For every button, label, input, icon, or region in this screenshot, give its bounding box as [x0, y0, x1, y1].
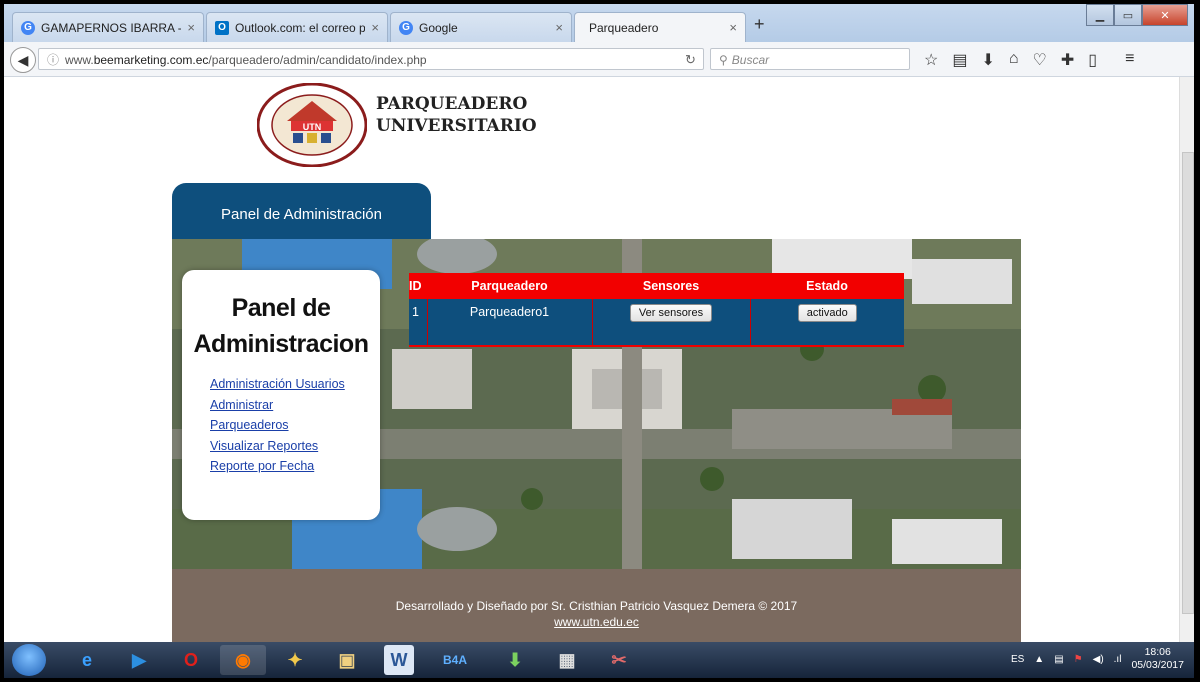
system-tray: ES ▲ ▤ ⚑ ◀) .ıl 18:06 05/03/2017 — [1011, 646, 1184, 672]
close-tab-icon[interactable]: × — [555, 20, 563, 35]
link-visualizar-reportes[interactable]: Visualizar Reportes — [210, 436, 345, 457]
home-icon[interactable]: ⌂ — [1009, 50, 1019, 70]
file-explorer-icon[interactable]: ▣ — [324, 645, 370, 675]
reload-icon[interactable]: ↻ — [685, 52, 696, 68]
tab-bar: G GAMAPERNOS IBARRA - B... × O Outlook.c… — [4, 4, 1194, 42]
download-icon[interactable]: ⬇ — [981, 50, 994, 70]
clock[interactable]: 18:06 05/03/2017 — [1131, 646, 1184, 672]
admin-sidebar: Panel de Administracion Administración U… — [182, 270, 380, 520]
cell-id: 1 — [409, 299, 428, 347]
phone-icon[interactable]: ▯ — [1088, 50, 1097, 70]
link-reporte-fecha[interactable]: Reporte por Fecha — [210, 456, 345, 477]
col-parqueadero: Parqueadero — [427, 273, 592, 299]
pinwheel-icon[interactable]: ✦ — [272, 645, 318, 675]
page-content: UTN PARQUEADERO UNIVERSITARIO Panel de A… — [4, 77, 1180, 642]
close-tab-icon[interactable]: × — [371, 20, 379, 35]
extension-icon[interactable]: ✚ — [1061, 50, 1074, 70]
page-footer: Desarrollado y Diseñado por Sr. Cristhia… — [172, 569, 1021, 642]
pocket-icon[interactable]: ♡ — [1033, 50, 1047, 70]
tab-google[interactable]: G Google × — [390, 12, 572, 42]
col-id: ID — [409, 273, 427, 299]
google-icon: G — [399, 20, 413, 35]
toolbar-icons: ☆ ▤ ⬇ ⌂ ♡ ✚ ▯ ≡ — [924, 50, 1134, 70]
minimize-button[interactable]: ▁ — [1086, 4, 1114, 26]
link-administrar[interactable]: Administrar — [210, 395, 345, 416]
internet-explorer-icon[interactable]: e — [64, 645, 110, 675]
tab-gamapernos[interactable]: G GAMAPERNOS IBARRA - B... × — [12, 12, 204, 42]
network-icon[interactable]: ▤ — [1054, 654, 1063, 665]
opera-icon[interactable]: O — [168, 645, 214, 675]
nav-bar: ◀ ⓘ www.beemarketing.com.ec/parqueadero/a… — [4, 42, 1194, 77]
panel-tab[interactable]: Panel de Administración — [172, 183, 431, 245]
back-button[interactable]: ◀ — [10, 47, 36, 73]
arrow-left-icon: ◀ — [17, 51, 29, 68]
downloader-icon[interactable]: ⬇ — [492, 645, 538, 675]
b4a-icon[interactable]: B4A — [432, 645, 478, 675]
browser-window: G GAMAPERNOS IBARRA - B... × O Outlook.c… — [4, 4, 1194, 678]
chevron-up-icon[interactable]: ▲ — [1034, 654, 1044, 665]
window-app-icon[interactable]: ▦ — [544, 645, 590, 675]
windows-taskbar: e ▶ O ◉ ✦ ▣ W B4A ⬇ ▦ ✂ ES ▲ ▤ ⚑ ◀) .ıl … — [4, 642, 1194, 678]
firefox-icon[interactable]: ◉ — [220, 645, 266, 675]
tab-outlook[interactable]: O Outlook.com: el correo per... × — [206, 12, 388, 42]
volume-icon[interactable]: ◀) — [1093, 654, 1104, 665]
search-input[interactable]: ⚲ Buscar — [710, 48, 910, 70]
vertical-scrollbar[interactable] — [1179, 77, 1194, 642]
bookmarks-list-icon[interactable]: ▤ — [952, 50, 967, 70]
footer-link[interactable]: www.utn.edu.ec — [172, 615, 1021, 629]
cell-sensors: Ver sensores — [592, 299, 751, 347]
start-button[interactable] — [12, 644, 46, 676]
site-title: PARQUEADERO UNIVERSITARIO — [376, 94, 537, 136]
maximize-button[interactable]: ▭ — [1114, 4, 1142, 26]
col-sensores: Sensores — [592, 273, 750, 299]
word-icon[interactable]: W — [384, 645, 414, 675]
flag-icon[interactable]: ⚑ — [1074, 654, 1083, 665]
close-window-button[interactable]: ✕ — [1142, 4, 1188, 26]
window-controls: ▁ ▭ ✕ — [1086, 4, 1188, 26]
ver-sensores-button[interactable]: Ver sensores — [629, 304, 713, 322]
table-header-row: ID Parqueadero Sensores Estado — [409, 273, 904, 299]
info-icon: ⓘ — [47, 53, 60, 67]
address-bar[interactable]: ⓘ www.beemarketing.com.ec/parqueadero/adm… — [38, 48, 704, 70]
parking-table: ID Parqueadero Sensores Estado 1 Parquea… — [409, 273, 904, 347]
scrollbar-thumb[interactable] — [1182, 152, 1194, 614]
table-row: 1 Parqueadero1 Ver sensores activado — [409, 299, 904, 347]
search-icon: ⚲ — [719, 53, 728, 67]
google-icon: G — [21, 20, 35, 35]
close-tab-icon[interactable]: × — [729, 20, 737, 35]
snipping-tool-icon[interactable]: ✂ — [596, 645, 642, 675]
svg-text:UTN: UTN — [303, 122, 322, 132]
cell-status: activado — [750, 299, 904, 347]
menu-icon[interactable]: ≡ — [1125, 50, 1134, 70]
tab-parqueadero[interactable]: Parqueadero × — [574, 12, 746, 42]
col-estado: Estado — [750, 273, 904, 299]
sidebar-links: Administración Usuarios Administrar Parq… — [210, 374, 345, 477]
activado-button[interactable]: activado — [797, 304, 857, 322]
cell-name: Parqueadero1 — [427, 299, 593, 347]
close-tab-icon[interactable]: × — [187, 20, 195, 35]
signal-icon[interactable]: .ıl — [1114, 654, 1122, 665]
sidebar-title: Panel de Administracion — [193, 294, 369, 358]
link-parqueaderos[interactable]: Parqueaderos — [210, 415, 345, 436]
media-player-icon[interactable]: ▶ — [116, 645, 162, 675]
language-indicator[interactable]: ES — [1011, 654, 1024, 665]
bookmark-star-icon[interactable]: ☆ — [924, 50, 938, 70]
outlook-icon: O — [215, 20, 229, 35]
utn-logo-icon: UTN — [257, 83, 367, 167]
new-tab-button[interactable]: + — [754, 14, 765, 35]
footer-credit: Desarrollado y Diseñado por Sr. Cristhia… — [395, 599, 798, 613]
link-admin-usuarios[interactable]: Administración Usuarios — [210, 374, 345, 395]
